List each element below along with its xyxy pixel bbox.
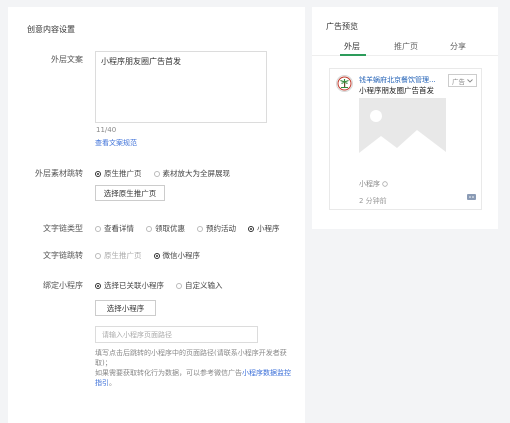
text-link-type-options: 查看详情 领取优惠 预约活动 小程序 <box>95 223 288 234</box>
tab-outer[interactable]: 外层 <box>344 41 360 52</box>
radio-unselected-icon <box>146 225 152 232</box>
creative-settings-panel: 创意内容设置 外层文案 小程序朋友圈广告首发 11/40 查看文案规范 外层素材… <box>8 7 305 423</box>
ad-badge[interactable]: 广告 <box>448 74 477 87</box>
char-count: 11/40 <box>96 126 117 134</box>
outer-copy-textarea[interactable]: 小程序朋友圈广告首发 <box>95 51 267 123</box>
text-link-jump-option-wechat-mini[interactable]: 微信小程序 <box>153 250 201 261</box>
option-label: 自定义输入 <box>185 281 223 290</box>
help-line-2-text: 如果需要获取转化行为数据，可以参考微信广告 <box>95 369 242 377</box>
tab-share[interactable]: 分享 <box>450 41 466 52</box>
option-label: 查看详情 <box>104 224 134 233</box>
radio-unselected-icon <box>95 225 101 232</box>
text-link-jump-options: 原生推广页 微信小程序 <box>95 250 208 261</box>
section-title: 创意内容设置 <box>27 25 75 34</box>
option-label: 预约活动 <box>206 224 236 233</box>
radio-unselected-icon <box>153 170 160 177</box>
tab-landing-page[interactable]: 推广页 <box>394 41 418 52</box>
image-placeholder-icon <box>359 98 446 168</box>
select-mini-program-button[interactable]: 选择小程序 <box>95 300 156 316</box>
option-label: 选择已关联小程序 <box>104 281 164 290</box>
option-label: 小程序 <box>257 224 280 233</box>
ad-badge-label: 广告 <box>452 77 465 86</box>
option-label: 原生推广页 <box>104 169 142 178</box>
palm-tree-icon <box>337 76 352 91</box>
mini-program-icon <box>382 181 388 187</box>
mini-page-path-input[interactable]: 请输入小程序页面路径 <box>95 326 258 343</box>
ad-image-placeholder <box>359 98 446 168</box>
advertiser-logo <box>336 75 353 92</box>
radio-selected-icon <box>95 282 101 289</box>
outer-copy-label: 外层文案 <box>51 55 83 64</box>
material-jump-option-native[interactable]: 原生推广页 <box>95 168 142 179</box>
mini-program-label-text: 小程序 <box>359 180 380 188</box>
radio-unselected-icon <box>197 225 203 232</box>
radio-unselected-icon <box>95 252 101 259</box>
ad-copy-text: 小程序朋友圈广告首发 <box>359 86 434 95</box>
chevron-down-icon <box>467 78 473 83</box>
radio-unselected-icon <box>176 282 182 289</box>
material-jump-options: 原生推广页 素材放大为全屏展现 <box>95 168 238 179</box>
text-link-type-option-coupon[interactable]: 领取优惠 <box>146 223 185 234</box>
ad-preview-panel: 广告预览 外层 推广页 分享 钱羊蜗府北京餐饮管理... 广告 小程序朋友圈广告… <box>312 7 498 229</box>
text-link-jump-label: 文字链跳转 <box>43 251 83 260</box>
bind-mini-option-linked[interactable]: 选择已关联小程序 <box>95 280 164 291</box>
option-label: 素材放大为全屏展现 <box>162 169 231 178</box>
option-label: 原生推广页 <box>104 251 142 260</box>
bind-mini-option-custom[interactable]: 自定义输入 <box>176 280 223 291</box>
radio-selected-icon <box>248 225 254 232</box>
active-tab-indicator <box>340 54 366 56</box>
advertiser-name: 钱羊蜗府北京餐饮管理... <box>359 76 436 84</box>
preview-title: 广告预览 <box>326 22 358 31</box>
radio-selected-icon <box>95 170 101 177</box>
material-jump-label: 外层素材跳转 <box>35 169 83 178</box>
bind-mini-options: 选择已关联小程序 自定义输入 <box>95 280 231 291</box>
help-line-2: 如果需要获取转化行为数据，可以参考微信广告小程序数据监控指引。 <box>95 368 295 388</box>
text-link-jump-option-native[interactable]: 原生推广页 <box>95 250 142 261</box>
moments-ad-card: 钱羊蜗府北京餐饮管理... 广告 小程序朋友圈广告首发 小程序 2 分钟前 <box>329 68 482 210</box>
radio-selected-icon <box>153 252 160 259</box>
bind-mini-label: 绑定小程序 <box>43 281 83 290</box>
text-link-type-label: 文字链类型 <box>43 224 83 233</box>
help-line-1: 填写点击后跳转的小程序中的页面路径(请联系小程序开发者获取)； <box>95 349 287 367</box>
option-label: 微信小程序 <box>162 251 201 260</box>
copy-spec-link[interactable]: 查看文案规范 <box>95 138 137 148</box>
select-native-page-button[interactable]: 选择原生推广页 <box>95 185 165 201</box>
preview-tabs: 外层 推广页 分享 <box>312 41 498 56</box>
help-text: 填写点击后跳转的小程序中的页面路径(请联系小程序开发者获取)； 如果需要获取转化… <box>95 348 295 388</box>
text-link-type-option-details[interactable]: 查看详情 <box>95 223 134 234</box>
text-link-type-option-mini[interactable]: 小程序 <box>248 223 280 234</box>
material-jump-option-fullscreen[interactable]: 素材放大为全屏展现 <box>153 168 231 179</box>
post-time: 2 分钟前 <box>359 197 387 205</box>
text-link-type-option-reserve[interactable]: 预约活动 <box>197 223 236 234</box>
help-line-2-suffix: 。 <box>109 379 116 387</box>
option-label: 领取优惠 <box>155 224 185 233</box>
comment-icon[interactable] <box>467 194 476 200</box>
mini-program-label: 小程序 <box>359 179 388 189</box>
